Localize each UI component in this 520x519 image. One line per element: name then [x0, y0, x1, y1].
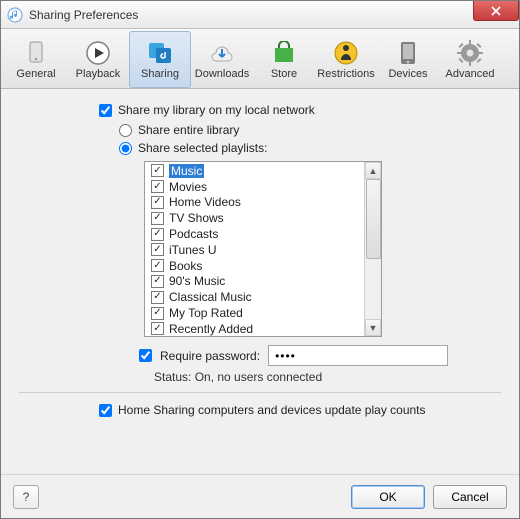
share-library-label: Share my library on my local network	[118, 103, 315, 117]
playlist-checkbox[interactable]: ✓	[151, 259, 164, 272]
playlist-checkbox[interactable]: ✓	[151, 228, 164, 241]
playlist-row[interactable]: ✓ 90's Music	[145, 274, 364, 290]
playlists-listbox[interactable]: ✓ Music ✓ Movies ✓ Home Videos ✓ TV Shows ✓ Podca…	[144, 161, 382, 337]
playlist-checkbox[interactable]: ✓	[151, 291, 164, 304]
downloads-icon	[207, 40, 237, 66]
tab-label: Store	[271, 68, 297, 80]
devices-icon	[393, 40, 423, 66]
tab-sharing[interactable]: Sharing	[129, 31, 191, 88]
tab-label: General	[16, 68, 55, 80]
require-password-label: Require password:	[160, 349, 260, 363]
gear-icon	[455, 40, 485, 66]
tab-label: Devices	[388, 68, 427, 80]
status-text: On, no users connected	[195, 370, 322, 384]
tab-label: Playback	[76, 68, 121, 80]
tab-playback[interactable]: Playback	[67, 31, 129, 88]
titlebar: Sharing Preferences	[1, 1, 519, 29]
playlist-name: TV Shows	[169, 211, 224, 225]
playlist-name: Classical Music	[169, 290, 252, 304]
tab-devices[interactable]: Devices	[377, 31, 439, 88]
content-pane: Share my library on my local network Sha…	[1, 89, 519, 474]
playlist-checkbox[interactable]: ✓	[151, 164, 164, 177]
playlist-row[interactable]: ✓ Books	[145, 258, 364, 274]
share-selected-radio[interactable]	[119, 142, 132, 155]
playlist-row[interactable]: ✓ TV Shows	[145, 210, 364, 226]
tab-label: Restrictions	[317, 68, 374, 80]
tab-label: Sharing	[141, 68, 179, 80]
playlist-row[interactable]: ✓ Classical Music	[145, 289, 364, 305]
homeshare-playcounts-checkbox[interactable]	[99, 404, 112, 417]
playback-icon	[83, 40, 113, 66]
share-selected-label: Share selected playlists:	[138, 141, 267, 155]
share-library-checkbox[interactable]	[99, 104, 112, 117]
playlist-checkbox[interactable]: ✓	[151, 307, 164, 320]
playlist-name: Music	[169, 164, 204, 178]
app-icon	[7, 7, 23, 23]
tab-advanced[interactable]: Advanced	[439, 31, 501, 88]
general-icon	[21, 40, 51, 66]
tab-label: Advanced	[446, 68, 495, 80]
preferences-toolbar: General Playback Sharing Downloads	[1, 29, 519, 89]
store-icon	[269, 40, 299, 66]
playlist-name: Home Videos	[169, 195, 241, 209]
tab-restrictions[interactable]: Restrictions	[315, 31, 377, 88]
playlist-checkbox[interactable]: ✓	[151, 275, 164, 288]
restrictions-icon	[331, 40, 361, 66]
playlist-name: Podcasts	[169, 227, 218, 241]
playlist-row[interactable]: ✓ My Top Rated	[145, 305, 364, 321]
homeshare-playcounts-label: Home Sharing computers and devices updat…	[118, 403, 426, 417]
tab-store[interactable]: Store	[253, 31, 315, 88]
scroll-thumb[interactable]	[366, 179, 381, 259]
playlist-row[interactable]: ✓ Music	[145, 163, 364, 179]
tab-general[interactable]: General	[5, 31, 67, 88]
playlist-name: 90's Music	[169, 274, 225, 288]
playlist-row[interactable]: ✓ Home Videos	[145, 195, 364, 211]
playlist-row[interactable]: ✓ Movies	[145, 179, 364, 195]
separator	[19, 392, 501, 393]
preferences-window: Sharing Preferences General Playback	[0, 0, 520, 519]
playlist-checkbox[interactable]: ✓	[151, 212, 164, 225]
scroll-up-arrow[interactable]: ▲	[365, 162, 381, 179]
help-button[interactable]: ?	[13, 485, 39, 509]
ok-button[interactable]: OK	[351, 485, 425, 509]
scrollbar[interactable]: ▲ ▼	[364, 162, 381, 336]
playlist-name: iTunes U	[169, 243, 217, 257]
playlist-row[interactable]: ✓ Podcasts	[145, 226, 364, 242]
sharing-icon	[145, 40, 175, 66]
share-entire-radio[interactable]	[119, 124, 132, 137]
cancel-button[interactable]: Cancel	[433, 485, 507, 509]
playlist-row[interactable]: ✓ iTunes U	[145, 242, 364, 258]
playlist-checkbox[interactable]: ✓	[151, 322, 164, 335]
playlist-name: Movies	[169, 180, 207, 194]
playlist-name: Books	[169, 259, 202, 273]
close-button[interactable]	[473, 1, 519, 21]
playlist-row[interactable]: ✓ Recently Added	[145, 321, 364, 336]
status-line: Status: On, no users connected	[154, 370, 501, 384]
status-prefix: Status:	[154, 370, 191, 384]
share-entire-label: Share entire library	[138, 123, 239, 137]
playlist-checkbox[interactable]: ✓	[151, 196, 164, 209]
tab-downloads[interactable]: Downloads	[191, 31, 253, 88]
playlist-name: My Top Rated	[169, 306, 243, 320]
tab-label: Downloads	[195, 68, 249, 80]
password-input[interactable]	[268, 345, 448, 366]
scroll-down-arrow[interactable]: ▼	[365, 319, 381, 336]
window-title: Sharing Preferences	[29, 8, 138, 22]
require-password-checkbox[interactable]	[139, 349, 152, 362]
playlist-checkbox[interactable]: ✓	[151, 180, 164, 193]
button-bar: ? OK Cancel	[1, 474, 519, 518]
playlist-name: Recently Added	[169, 322, 253, 336]
playlist-checkbox[interactable]: ✓	[151, 243, 164, 256]
